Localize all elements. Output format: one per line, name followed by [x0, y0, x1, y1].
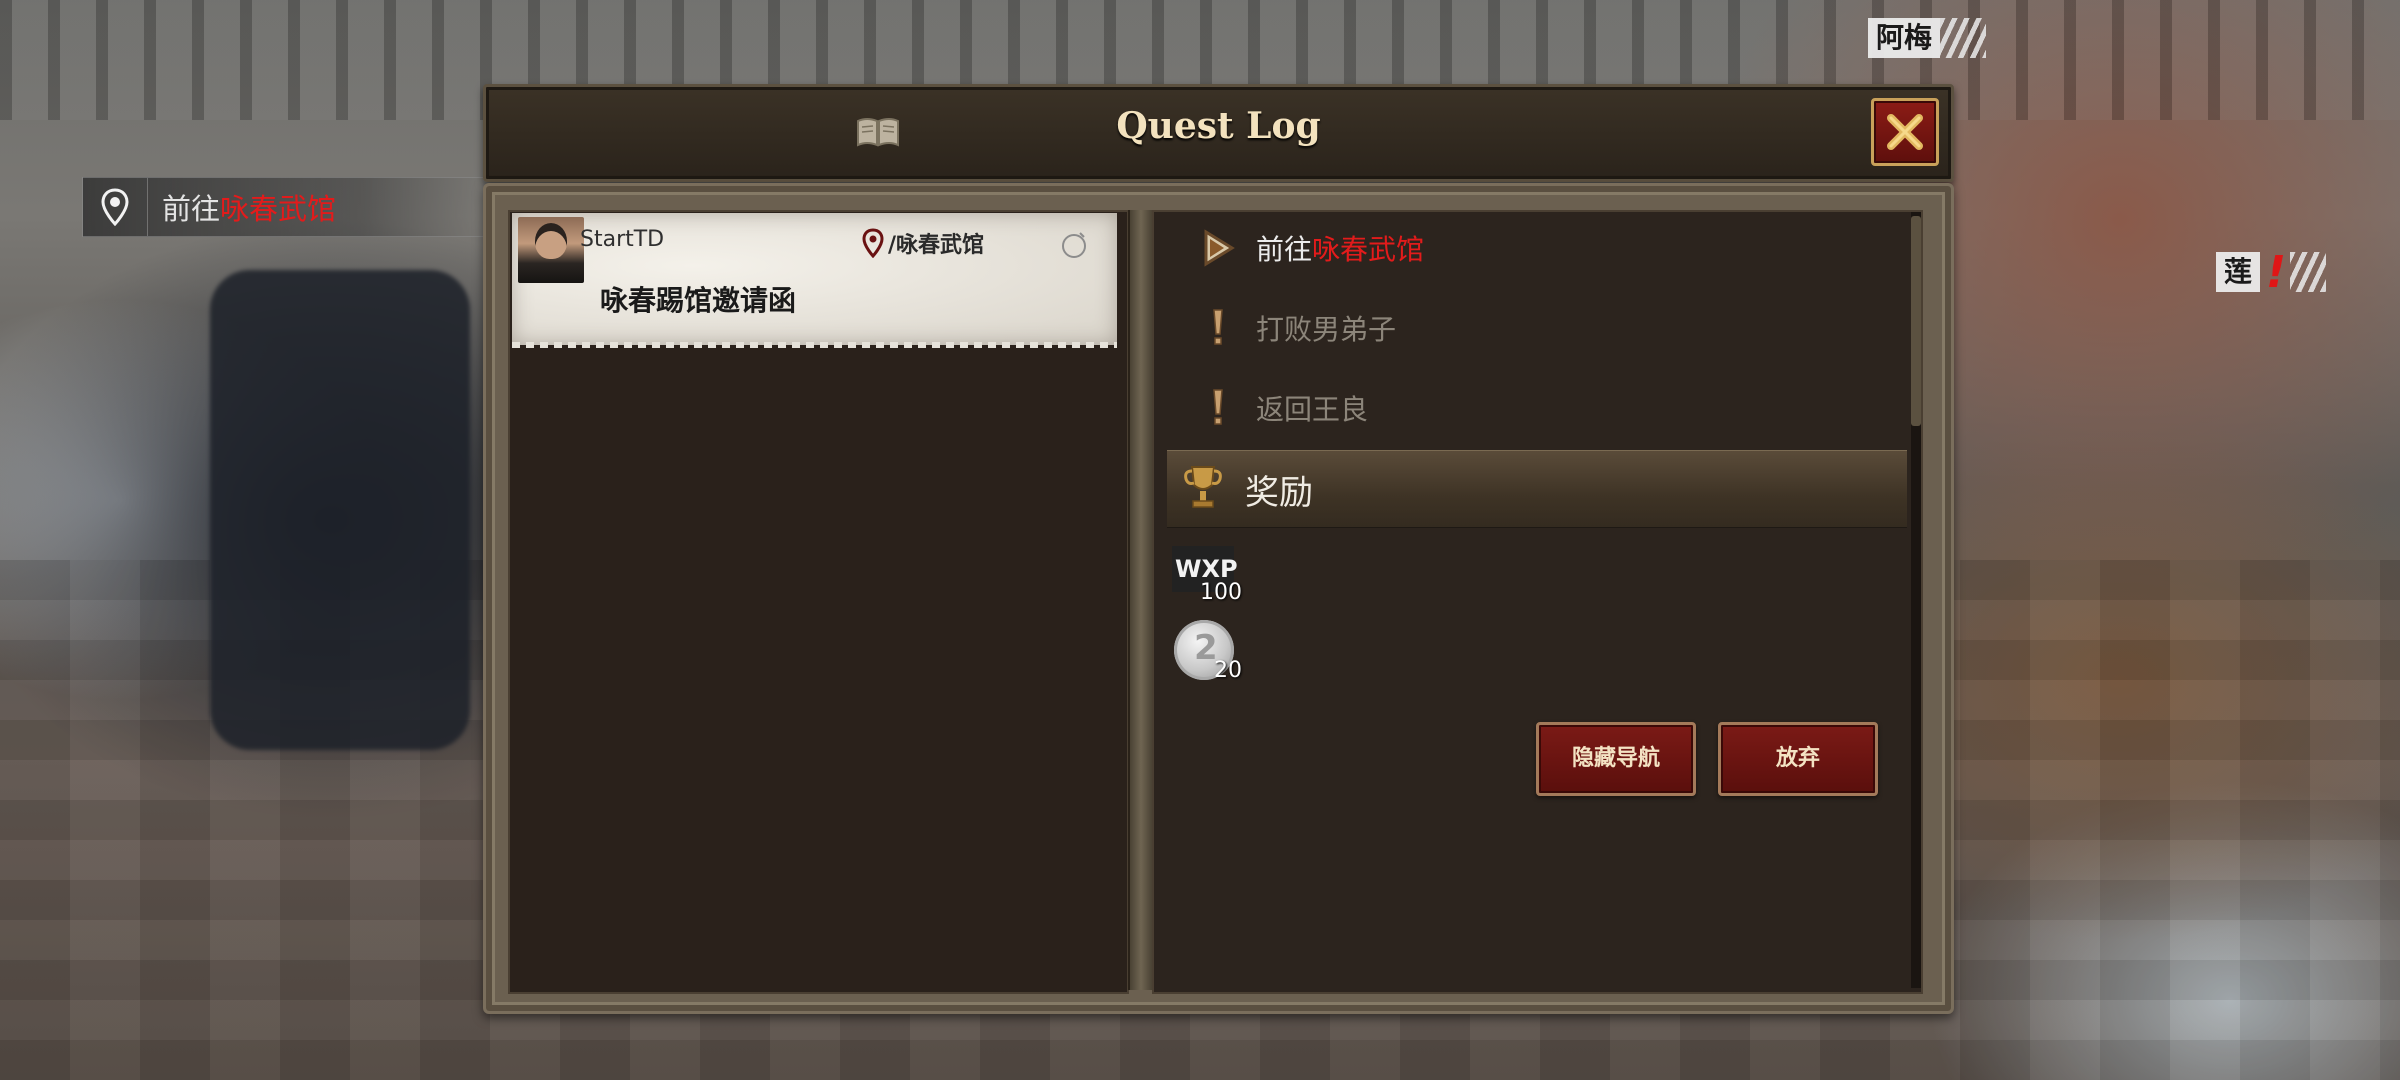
npc-tag-lian: 莲 ! [2216, 247, 2327, 298]
objective-text: 返回王良 [1256, 393, 1369, 426]
quest-giver-avatar [518, 217, 584, 283]
objective-text: 前往咏春武馆 [1256, 228, 1424, 268]
window-title: Quest Log [1116, 105, 1321, 147]
objective-prefix: 前往 [1256, 233, 1313, 266]
quest-location: /咏春武馆 [862, 227, 984, 259]
hide-navigation-button[interactable]: 隐藏导航 [1536, 722, 1696, 796]
detail-scrollbar-thumb[interactable] [1911, 216, 1921, 426]
timer-icon [1060, 229, 1088, 263]
objective-item: 前往咏春武馆 [1198, 224, 1424, 272]
trophy-icon [1183, 463, 1223, 515]
exclamation-icon [1198, 384, 1238, 432]
play-arrow-icon [1198, 224, 1238, 272]
quest-giver-name: StartTD [580, 227, 665, 252]
objective-target: 咏春武馆 [1312, 233, 1425, 266]
close-button[interactable] [1871, 98, 1939, 166]
quest-location-text: /咏春武馆 [888, 233, 985, 258]
objective-item: 返回王良 [1198, 384, 1368, 432]
location-pin-icon [862, 228, 884, 258]
quest-list-item[interactable]: StartTD /咏春武馆 咏春踢馆邀请函 [512, 213, 1117, 348]
navigation-hint: 前往咏春武馆 [82, 177, 483, 237]
tag-stripes [2290, 252, 2327, 292]
close-x-icon [1887, 114, 1923, 150]
objective-text: 打败男弟子 [1256, 313, 1397, 346]
objective-item: 打败男弟子 [1198, 304, 1396, 352]
reward-amount: 100 [1200, 580, 1242, 605]
navigation-hint-text: 前往咏春武馆 [148, 186, 336, 228]
reward-wxp: WXP 100 [1172, 546, 1242, 605]
reward-amount: 20 [1214, 658, 1242, 683]
panel-divider [1128, 210, 1154, 990]
tag-stripes [1940, 18, 1987, 58]
quest-title: 咏春踢馆邀请函 [600, 284, 797, 317]
map-pin-icon [83, 178, 148, 236]
npc-tag-amei: 阿梅 [1868, 18, 1987, 58]
npc-name: 阿梅 [1868, 18, 1941, 58]
reward-coin: 20 [1172, 620, 1242, 683]
nav-prefix: 前往 [162, 192, 221, 226]
abandon-quest-button[interactable]: 放弃 [1718, 722, 1878, 796]
nav-target: 咏春武馆 [220, 192, 337, 226]
background-sofa [210, 270, 470, 750]
quest-log-header: Quest Log [483, 84, 1954, 182]
npc-name: 莲 [2216, 252, 2261, 292]
rewards-title: 奖励 [1245, 472, 1313, 513]
rewards-header: 奖励 [1167, 450, 1907, 528]
exclamation-icon [1198, 304, 1238, 352]
quest-marker-icon: ! [2266, 246, 2287, 298]
